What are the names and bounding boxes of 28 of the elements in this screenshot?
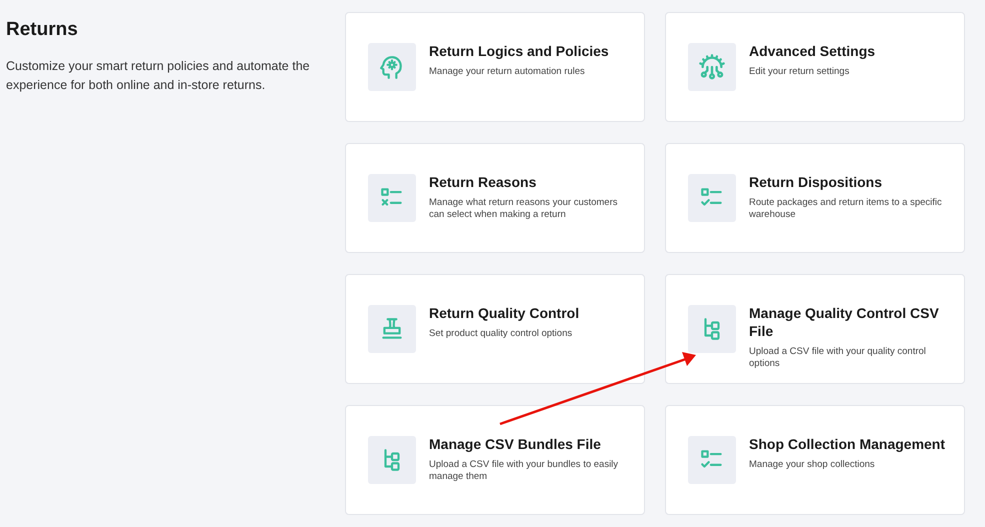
page-description: Customize your smart return policies and automate the experience for both online and in-store returns. xyxy=(6,58,311,94)
card-title: Advanced Settings xyxy=(749,42,876,60)
gear-circuit-icon xyxy=(698,53,726,81)
card-description: Edit your return settings xyxy=(749,66,850,78)
page-title: Returns xyxy=(6,18,79,42)
card-title: Return Logics and Policies xyxy=(429,42,609,60)
settings-card[interactable]: Manage CSV Bundles File Upload a CSV file with your bundles to easily manage them xyxy=(345,405,645,515)
card-description: Route packages and return items to a specific warehouse xyxy=(749,197,943,221)
card-description: Upload a CSV file with your quality control options xyxy=(749,346,927,370)
settings-card[interactable]: Manage Quality Control CSV File Upload a CSV file with your quality control options xyxy=(665,274,965,384)
settings-card[interactable]: Return Quality Control Set product quality control options xyxy=(345,274,645,384)
card-description: Upload a CSV file with your bundles to easily manage them xyxy=(429,459,620,483)
card-description: Manage your return automation rules xyxy=(429,66,586,78)
card-title: Manage Quality Control CSV File xyxy=(749,304,940,340)
head-gear-icon xyxy=(379,54,405,80)
settings-card[interactable]: Return Reasons Manage what return reasons your customers can select when making a return xyxy=(345,143,645,253)
card-description: Set product quality control options xyxy=(429,328,574,340)
card-title: Shop Collection Management xyxy=(749,435,946,453)
card-title: Return Quality Control xyxy=(429,304,580,322)
card-title: Return Reasons xyxy=(429,173,538,191)
settings-card[interactable]: Advanced Settings Edit your return settings xyxy=(665,12,965,122)
card-title: Return Dispositions xyxy=(749,173,884,191)
card-title: Manage CSV Bundles File xyxy=(429,435,602,453)
settings-card[interactable]: Return Logics and Policies Manage your return automation rules xyxy=(345,12,645,122)
card-description: Manage your shop collections xyxy=(749,459,876,471)
settings-card[interactable]: Shop Collection Management Manage your shop collections xyxy=(665,405,965,515)
card-description: Manage what return reasons your customers can select when making a return xyxy=(429,197,619,221)
settings-card[interactable]: Return Dispositions Route packages and return items to a specific warehouse xyxy=(665,143,965,253)
